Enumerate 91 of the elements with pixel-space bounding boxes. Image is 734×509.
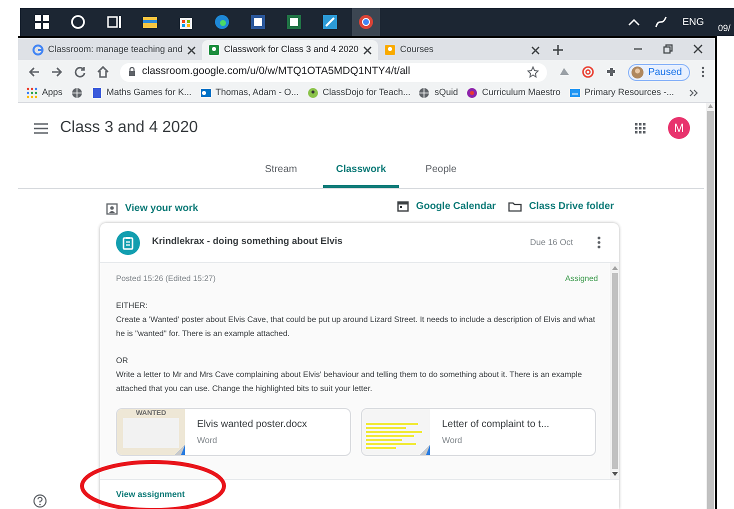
instruction-heading: EITHER: <box>116 300 149 312</box>
double-chevron-icon[interactable] <box>689 89 699 97</box>
forward-arrow-icon[interactable] <box>51 66 63 78</box>
reload-icon[interactable] <box>74 66 86 78</box>
scrollbar[interactable] <box>706 103 715 509</box>
due-date: Due 16 Oct <box>530 236 573 249</box>
bookmark[interactable] <box>70 87 83 99</box>
google-g-icon <box>32 44 44 56</box>
attachment-name: Letter of complaint to t... <box>442 418 550 432</box>
puzzle-icon[interactable] <box>605 66 618 78</box>
instruction-text: Create a 'Wanted' poster about Elvis Cave, that could be put up around Lizard Street. It needs to include a description of Elvis and what he is "wanted" for. There is an example attached. <box>116 314 596 340</box>
grid-icon <box>26 87 38 99</box>
bookmark[interactable]: Apps <box>26 86 63 100</box>
calendar-icon <box>396 200 409 212</box>
task-view-icon <box>105 13 123 31</box>
posted-time: Posted 15:26 (Edited 15:27) <box>116 273 216 285</box>
note-pen-icon <box>321 13 339 31</box>
bookmark[interactable]: Curriculum Maestro <box>466 86 560 100</box>
scrollbar-thumb[interactable] <box>707 111 714 509</box>
pen-icon[interactable] <box>654 15 668 29</box>
attachment-type: Word <box>442 434 464 447</box>
chevron-up-icon[interactable] <box>628 18 640 26</box>
more-vertical-icon[interactable] <box>597 236 601 249</box>
more-vertical-icon[interactable] <box>701 66 705 78</box>
card-scrollbar[interactable] <box>610 263 619 479</box>
person-badge-icon <box>106 202 118 215</box>
circle-icon <box>69 13 87 31</box>
nav-tab[interactable]: Stream <box>243 153 319 188</box>
google-calendar-link[interactable]: Google Calendar <box>396 198 496 214</box>
browser-circle-icon <box>357 13 375 31</box>
apps-grid-icon[interactable] <box>635 122 646 134</box>
windows-icon <box>33 13 51 31</box>
tab-title: Classroom: manage teaching and <box>48 43 183 56</box>
attachment-card[interactable]: Letter of complaint to t... Word <box>361 408 596 456</box>
back-arrow-icon[interactable] <box>28 66 40 78</box>
nav-tab[interactable]: People <box>403 153 479 188</box>
taskbar-button[interactable] <box>352 8 380 36</box>
envelope-o-icon <box>200 87 212 99</box>
clock-text[interactable]: 09/ <box>718 22 734 36</box>
page-fold-icon <box>175 445 185 455</box>
view-assignment-link[interactable]: View assignment <box>116 488 185 501</box>
assignment-icon <box>116 230 140 254</box>
tab-title: Courses <box>400 43 435 56</box>
folder-icon <box>508 200 522 212</box>
attachment-type: Word <box>197 434 218 447</box>
spreadsheet-icon <box>285 13 303 31</box>
home-icon[interactable] <box>97 66 109 78</box>
instruction-text: Write a letter to Mr and Mrs Cave complaining about Elvis' behaviour and telling them to do something about it. There is an example attached that you can use. Change the highlighted bits to suit your letter. <box>116 369 583 395</box>
page-icon <box>90 87 103 99</box>
close-icon[interactable] <box>187 46 196 54</box>
language-indicator[interactable]: ENG <box>682 14 704 30</box>
document-w-icon <box>249 13 267 31</box>
bookmark[interactable]: Primary Resources -... <box>568 86 674 100</box>
attachment-name: Elvis wanted poster.docx <box>197 418 308 432</box>
star-icon[interactable] <box>527 66 540 78</box>
page-fold-icon <box>420 445 430 455</box>
classroom-board-icon <box>208 44 220 56</box>
browser-tab[interactable]: Courses <box>378 40 546 60</box>
class-drive-folder-link[interactable]: Class Drive folder <box>508 198 614 214</box>
instruction-heading: OR <box>116 355 129 367</box>
globe-icon <box>418 87 430 99</box>
plus-icon[interactable] <box>552 44 564 56</box>
avatar-icon <box>631 66 644 78</box>
status-label: Assigned <box>565 273 598 285</box>
bookmark[interactable]: Thomas, Adam - O... <box>200 86 299 100</box>
url-text: classroom.google.com/u/0/w/MTQ1OTA5MDQ1NTY4/t/all <box>142 64 412 80</box>
lock-icon <box>128 67 136 77</box>
profile-button[interactable]: Paused <box>628 64 690 80</box>
target-icon[interactable] <box>582 66 594 78</box>
close-icon[interactable] <box>693 44 703 54</box>
classroom-board-icon <box>384 44 396 56</box>
menu-icon[interactable] <box>34 122 48 134</box>
bookmark[interactable]: Maths Games for K... <box>90 86 192 100</box>
view-your-work-link[interactable]: View your work <box>106 201 198 216</box>
scrollbar-thumb[interactable] <box>612 273 618 469</box>
close-icon[interactable] <box>363 46 372 54</box>
scroll-down-icon[interactable] <box>612 472 618 477</box>
tab-title: Classwork for Class 3 and 4 2020 <box>224 43 359 56</box>
class-title: Class 3 and 4 2020 <box>60 118 198 138</box>
browser-tab[interactable]: Classwork for Class 3 and 4 2020 <box>202 40 378 60</box>
bookmark[interactable]: sQuid <box>418 86 458 100</box>
assignment-title[interactable]: Krindlekrax - doing something about Elvis <box>152 235 343 250</box>
browser-tab[interactable]: Classroom: manage teaching and <box>26 40 202 60</box>
nav-tab[interactable]: Classwork <box>323 153 399 188</box>
close-icon[interactable] <box>531 46 540 54</box>
help-icon[interactable] <box>33 494 47 508</box>
restore-icon[interactable] <box>663 44 673 54</box>
address-bar[interactable]: classroom.google.com/u/0/w/MTQ1OTA5MDQ1NTY4/t/all <box>120 62 548 82</box>
bookmark[interactable]: ClassDojo for Teach... <box>306 86 410 100</box>
account-avatar[interactable]: M <box>668 117 690 139</box>
globe-icon <box>70 87 83 99</box>
